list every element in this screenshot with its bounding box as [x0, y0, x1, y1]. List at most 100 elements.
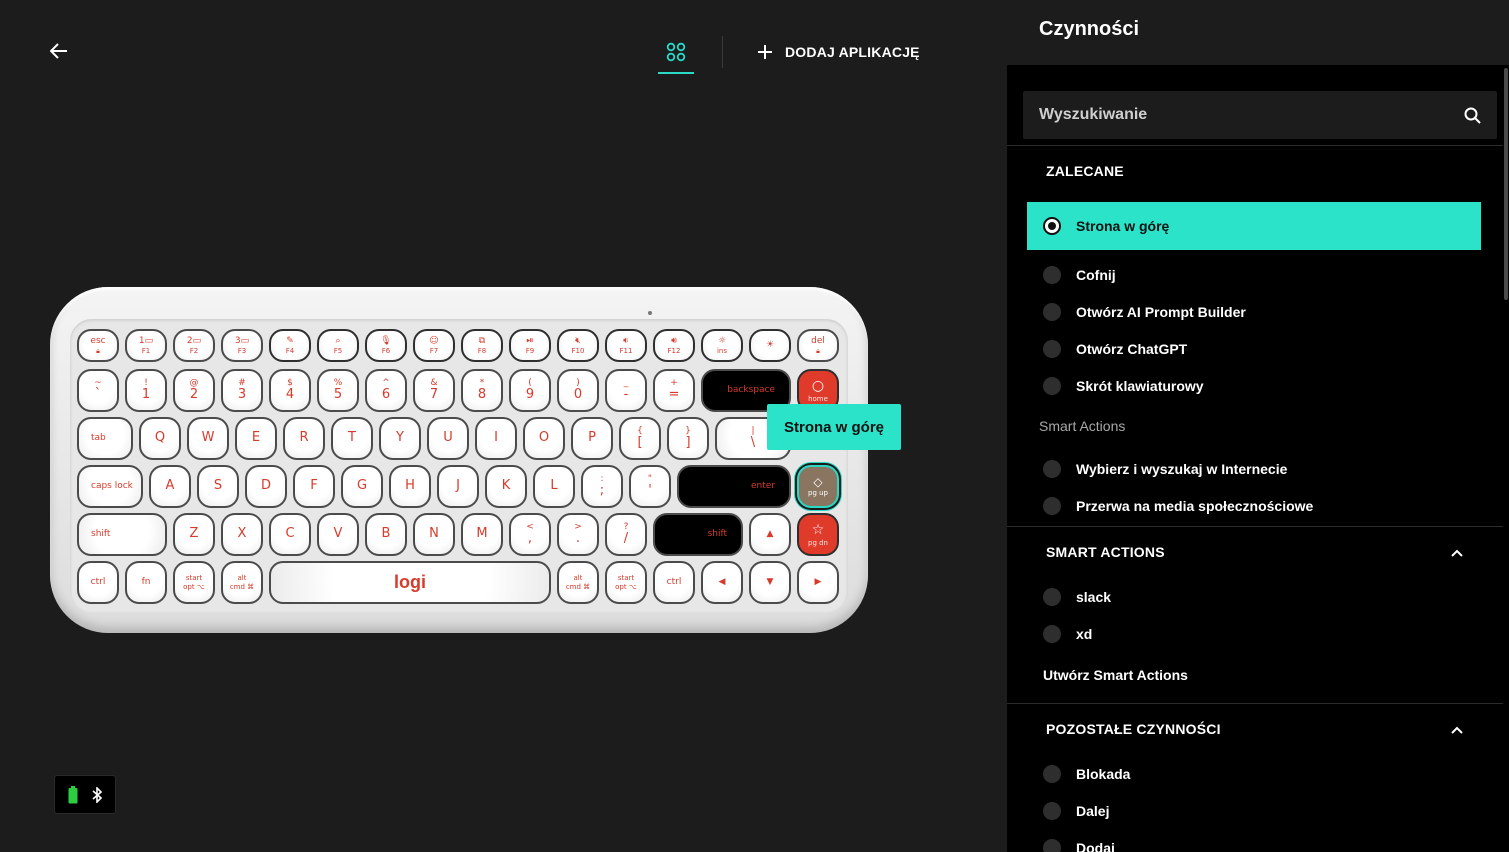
- key-3[interactable]: #3: [221, 369, 263, 412]
- key-slash[interactable]: ? /: [605, 513, 647, 556]
- key-9[interactable]: (9: [509, 369, 551, 412]
- key-y[interactable]: Y: [379, 417, 421, 460]
- tab-all-apps[interactable]: [650, 30, 702, 74]
- key-tilde[interactable]: ~ `: [77, 369, 119, 412]
- key-esc[interactable]: esc 🔒︎: [77, 329, 119, 362]
- key-6[interactable]: ^ 6: [365, 369, 407, 412]
- key-caps-lock[interactable]: caps lock: [77, 465, 143, 508]
- key-rbracket[interactable]: }]: [667, 417, 709, 460]
- key-equals[interactable]: + =: [653, 369, 695, 412]
- key-8[interactable]: * 8: [461, 369, 503, 412]
- key-f10[interactable]: 🔇︎ F10: [557, 329, 599, 362]
- key-backlight[interactable]: ☀: [749, 329, 791, 362]
- key-0[interactable]: ) 0: [557, 369, 599, 412]
- add-app-button[interactable]: DODAJ APLIKACJĘ: [757, 44, 920, 60]
- key-t[interactable]: T: [331, 417, 373, 460]
- key-alt-cmd-right[interactable]: alt cmd ⌘: [557, 561, 599, 604]
- key-h[interactable]: H: [389, 465, 431, 508]
- action-item[interactable]: Strona w górę: [1027, 202, 1481, 250]
- key-x[interactable]: X: [221, 513, 263, 556]
- key-u[interactable]: U: [427, 417, 469, 460]
- key-arrow-down[interactable]: ▼: [749, 561, 791, 604]
- key-f7[interactable]: ☺ F7: [413, 329, 455, 362]
- chevron-up-icon[interactable]: [1449, 722, 1465, 738]
- key-arrow-left[interactable]: ◀: [701, 561, 743, 604]
- key-z[interactable]: Z: [173, 513, 215, 556]
- key-f11[interactable]: 🔉︎ F11: [605, 329, 647, 362]
- key-q[interactable]: Q: [139, 417, 181, 460]
- key-arrow-up[interactable]: ▲: [749, 513, 791, 556]
- panel-scrollbar[interactable]: [1504, 68, 1508, 300]
- key-enter[interactable]: enter: [677, 465, 791, 508]
- key-semicolon[interactable]: :;: [581, 465, 623, 508]
- action-item[interactable]: Cofnij: [1027, 257, 1481, 293]
- key-f5[interactable]: ⌕ F5: [317, 329, 359, 362]
- action-item[interactable]: Blokada: [1027, 756, 1481, 792]
- key-s[interactable]: S: [197, 465, 239, 508]
- key-arrow-right[interactable]: ▶: [797, 561, 839, 604]
- key-f2[interactable]: 2▭ F2: [173, 329, 215, 362]
- action-item[interactable]: Dalej: [1027, 793, 1481, 829]
- key-l[interactable]: L: [533, 465, 575, 508]
- action-item[interactable]: Otwórz AI Prompt Builder: [1027, 294, 1481, 330]
- key-c[interactable]: C: [269, 513, 311, 556]
- key-minus[interactable]: _ -: [605, 369, 647, 412]
- key-fn[interactable]: fn: [125, 561, 167, 604]
- key-f3[interactable]: 3▭ F3: [221, 329, 263, 362]
- key-tab[interactable]: tab: [77, 417, 133, 460]
- key-a[interactable]: A: [149, 465, 191, 508]
- key-d[interactable]: D: [245, 465, 287, 508]
- key-f9[interactable]: ⏯︎ F9: [509, 329, 551, 362]
- search-icon[interactable]: [1464, 107, 1481, 124]
- key-f6[interactable]: 🎙︎ F6: [365, 329, 407, 362]
- action-item[interactable]: slack: [1027, 579, 1481, 615]
- key-w[interactable]: W: [187, 417, 229, 460]
- key-period[interactable]: >.: [557, 513, 599, 556]
- key-j[interactable]: J: [437, 465, 479, 508]
- key-f1[interactable]: 1▭ F1: [125, 329, 167, 362]
- key-1[interactable]: ! 1: [125, 369, 167, 412]
- key-alt-cmd-left[interactable]: alt cmd ⌘: [221, 561, 263, 604]
- key-g[interactable]: G: [341, 465, 383, 508]
- action-item[interactable]: xd: [1027, 616, 1481, 652]
- key-k[interactable]: K: [485, 465, 527, 508]
- key-p[interactable]: P: [571, 417, 613, 460]
- key-del[interactable]: del 🔒︎: [797, 329, 839, 362]
- search-input[interactable]: [1039, 106, 1464, 124]
- action-item[interactable]: Przerwa na media społecznościowe: [1027, 488, 1481, 524]
- action-item[interactable]: Otwórz ChatGPT: [1027, 331, 1481, 367]
- key-quote[interactable]: " ': [629, 465, 671, 508]
- key-pg-up[interactable]: ◇ pg up: [797, 465, 839, 508]
- key-n[interactable]: N: [413, 513, 455, 556]
- key-5[interactable]: % 5: [317, 369, 359, 412]
- key-ctrl-right[interactable]: ctrl: [653, 561, 695, 604]
- action-item[interactable]: Wybierz i wyszukaj w Internecie: [1027, 451, 1481, 487]
- key-m[interactable]: M: [461, 513, 503, 556]
- key-7[interactable]: & 7: [413, 369, 455, 412]
- back-button[interactable]: [46, 38, 72, 64]
- key-ins[interactable]: ☼ ins: [701, 329, 743, 362]
- action-item[interactable]: Skrót klawiaturowy: [1027, 368, 1481, 404]
- key-4[interactable]: $4: [269, 369, 311, 412]
- key-f8[interactable]: ⧉ F8: [461, 329, 503, 362]
- key-i[interactable]: I: [475, 417, 517, 460]
- key-e[interactable]: E: [235, 417, 277, 460]
- key-shift-right[interactable]: shift: [653, 513, 743, 556]
- key-f12[interactable]: 🔊︎ F12: [653, 329, 695, 362]
- action-item[interactable]: Dodaj: [1027, 830, 1481, 852]
- create-smart-actions-link[interactable]: Utwórz Smart Actions: [1043, 667, 1188, 683]
- key-2[interactable]: @2: [173, 369, 215, 412]
- key-pg-dn[interactable]: ☆ pg dn: [797, 513, 839, 556]
- key-comma[interactable]: <,: [509, 513, 551, 556]
- key-start-opt-left[interactable]: start opt ⌥: [173, 561, 215, 604]
- key-space[interactable]: logi: [269, 561, 551, 604]
- key-shift-left[interactable]: shift: [77, 513, 167, 556]
- key-v[interactable]: V: [317, 513, 359, 556]
- key-f[interactable]: F: [293, 465, 335, 508]
- key-start-opt-right[interactable]: start opt ⌥: [605, 561, 647, 604]
- chevron-up-icon[interactable]: [1449, 545, 1465, 561]
- key-ctrl-left[interactable]: ctrl: [77, 561, 119, 604]
- key-f4[interactable]: ✎ F4: [269, 329, 311, 362]
- key-r[interactable]: R: [283, 417, 325, 460]
- key-o[interactable]: O: [523, 417, 565, 460]
